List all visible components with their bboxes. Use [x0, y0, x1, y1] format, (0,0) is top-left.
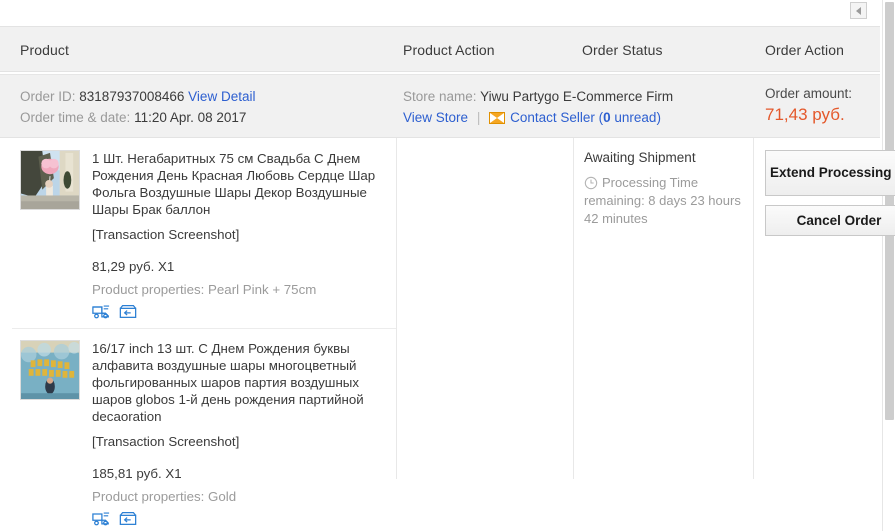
product-cell: 1 Шт. Негабаритных 75 см Свадьба С Днем …	[20, 150, 380, 319]
cancel-order-button[interactable]: Cancel Order	[765, 205, 895, 236]
store-name-label: Store name:	[403, 89, 477, 104]
order-amount-value: 71,43 руб.	[765, 105, 845, 124]
clock-icon	[584, 176, 598, 190]
vertical-scrollbar[interactable]	[882, 0, 895, 531]
triangle-left-icon	[856, 6, 861, 15]
return-box-icon[interactable]	[119, 304, 137, 319]
column-header-order-status: Order Status	[582, 42, 663, 58]
top-strip	[0, 0, 880, 26]
order-id-label: Order ID:	[20, 89, 76, 104]
shipping-truck-icon[interactable]	[92, 304, 110, 319]
contact-seller-link[interactable]: Contact Seller (0 unread)	[510, 110, 661, 125]
table-row: 1 Шт. Негабаритных 75 см Свадьба С Днем …	[0, 138, 895, 328]
return-box-icon[interactable]	[119, 511, 137, 526]
processing-time-value: Processing Time remaining: 8 days 23 hou…	[584, 175, 741, 226]
product-title[interactable]: 1 Шт. Негабаритных 75 см Свадьба С Днем …	[92, 150, 378, 218]
store-meta-group: Store name: Yiwu Partygo E-Commerce Firm…	[403, 86, 673, 128]
row-divider	[12, 328, 396, 329]
store-actions-line: View Store | Contact Seller (0 unread)	[403, 107, 673, 128]
transaction-screenshot-label: [Transaction Screenshot]	[92, 227, 240, 242]
table-row: 16/17 inch 13 шт. С Днем Рождения буквы …	[0, 328, 880, 526]
extend-processing-time-button[interactable]: Extend Processing Time	[765, 150, 895, 196]
order-summary-band: Order ID: 83187937008466 View Detail Ord…	[0, 74, 880, 138]
order-detail-page: Product Product Action Order Status Orde…	[0, 0, 895, 531]
contact-seller-unread-count: 0	[603, 110, 611, 125]
product-price: 81,29 руб. X1	[92, 259, 175, 274]
product-title[interactable]: 16/17 inch 13 шт. С Днем Рождения буквы …	[92, 340, 378, 425]
view-store-link[interactable]: View Store	[403, 110, 468, 125]
link-divider: |	[476, 110, 481, 125]
orders-body: 1 Шт. Негабаритных 75 см Свадьба С Днем …	[0, 138, 895, 526]
product-properties: Product properties: Pearl Pink + 75cm	[92, 282, 317, 297]
shipping-truck-icon[interactable]	[92, 511, 110, 526]
store-name-value: Yiwu Partygo E-Commerce Firm	[480, 89, 674, 104]
order-amount-label: Order amount:	[765, 86, 853, 101]
transaction-screenshot-label: [Transaction Screenshot]	[92, 434, 240, 449]
order-status-text: Awaiting Shipment	[584, 150, 696, 165]
column-header-product: Product	[20, 42, 69, 58]
contact-seller-post-text: unread)	[610, 110, 661, 125]
order-status-cell: Awaiting Shipment Processing Time remain…	[584, 150, 746, 228]
order-time-value: 11:20 Apr. 08 2017	[134, 110, 247, 125]
product-properties: Product properties: Gold	[92, 489, 237, 504]
product-thumbnail[interactable]	[20, 340, 80, 400]
product-icon-group	[92, 304, 378, 319]
processing-time-text: Processing Time remaining: 8 days 23 hou…	[584, 174, 746, 228]
order-amount-group: Order amount: 71,43 руб.	[765, 86, 852, 125]
order-meta-group: Order ID: 83187937008466 View Detail Ord…	[20, 86, 255, 128]
order-id-value: 83187937008466	[79, 89, 185, 104]
order-id-line: Order ID: 83187937008466 View Detail	[20, 86, 255, 107]
product-icon-group	[92, 511, 378, 526]
orders-table: Product Product Action Order Status Orde…	[0, 26, 895, 526]
table-header-row: Product Product Action Order Status Orde…	[0, 26, 880, 72]
product-price: 185,81 руб. X1	[92, 466, 182, 481]
product-info: 16/17 inch 13 шт. С Днем Рождения буквы …	[92, 340, 378, 526]
column-header-order-action: Order Action	[765, 42, 845, 58]
product-thumbnail[interactable]	[20, 150, 80, 210]
product-info: 1 Шт. Негабаритных 75 см Свадьба С Днем …	[92, 150, 378, 319]
horizontal-scroll-left-button[interactable]	[850, 2, 867, 19]
contact-seller-pre-text: Contact Seller (	[510, 110, 604, 125]
order-action-cell: Extend Processing Time Cancel Order	[765, 150, 895, 236]
store-name-line: Store name: Yiwu Partygo E-Commerce Firm	[403, 86, 673, 107]
order-time-line: Order time & date: 11:20 Apr. 08 2017	[20, 107, 255, 128]
happy-birthday-foil-balloons-photo	[21, 341, 79, 399]
pink-heart-balloons-photo	[21, 151, 79, 209]
column-header-product-action: Product Action	[403, 42, 495, 58]
envelope-icon	[489, 112, 506, 124]
view-detail-link[interactable]: View Detail	[188, 89, 255, 104]
order-time-label: Order time & date:	[20, 110, 131, 125]
product-cell: 16/17 inch 13 шт. С Днем Рождения буквы …	[20, 340, 380, 526]
